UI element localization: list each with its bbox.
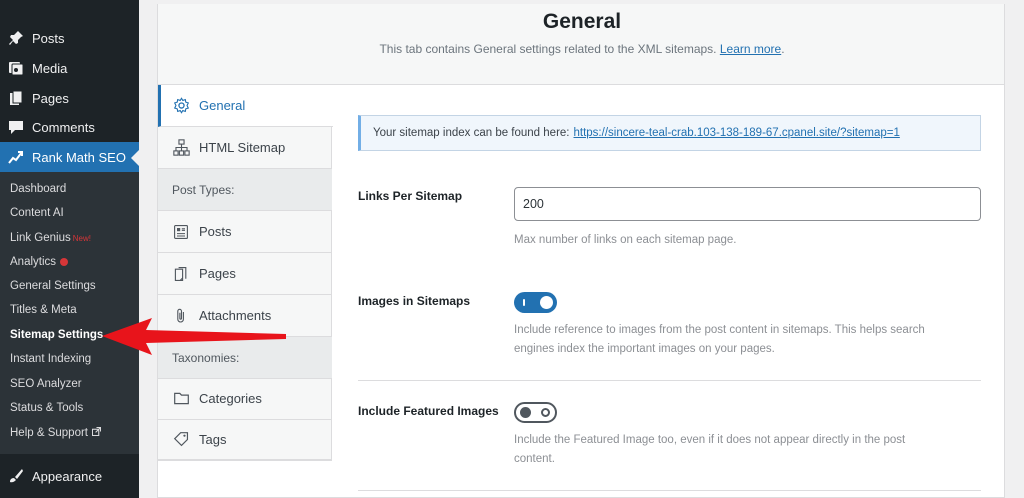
menu-label: Pages bbox=[32, 90, 69, 106]
page-description: This tab contains General settings relat… bbox=[379, 42, 785, 56]
menu-item-comments[interactable]: Comments bbox=[0, 112, 139, 142]
links-per-sitemap-label: Links Per Sitemap bbox=[358, 189, 463, 203]
tab-general[interactable]: General bbox=[158, 85, 333, 127]
submenu-sitemap-settings[interactable]: Sitemap Settings bbox=[10, 325, 103, 345]
submenu-link-genius[interactable]: Link Genius New! bbox=[10, 228, 91, 248]
post-types-heading: Post Types: bbox=[158, 169, 332, 211]
submenu-dashboard[interactable]: Dashboard bbox=[10, 179, 66, 199]
submenu-content-ai[interactable]: Content AI bbox=[10, 203, 64, 223]
annotation-arrow bbox=[102, 318, 286, 355]
include-featured-images-label: Include Featured Images bbox=[358, 404, 499, 418]
folder-icon bbox=[172, 390, 190, 408]
comment-icon bbox=[7, 118, 25, 136]
images-in-sitemaps-label: Images in Sitemaps bbox=[358, 294, 471, 308]
tab-pages[interactable]: Pages bbox=[158, 253, 332, 295]
tab-html-sitemap[interactable]: HTML Sitemap bbox=[158, 127, 332, 169]
new-badge: New! bbox=[72, 234, 91, 243]
tab-posts[interactable]: Posts bbox=[158, 211, 332, 253]
submenu-analytics[interactable]: Analytics bbox=[10, 252, 69, 272]
sitemap-index-notice: Your sitemap index can be found here: ht… bbox=[358, 115, 981, 151]
menu-label: Appearance bbox=[32, 468, 103, 484]
external-link-icon bbox=[91, 423, 102, 443]
include-featured-images-toggle[interactable] bbox=[514, 402, 557, 423]
menu-label: Posts bbox=[32, 30, 65, 46]
admin-sidebar: Posts Media Pages Comments Rank Math SEO… bbox=[0, 0, 139, 498]
sitemap-icon bbox=[172, 139, 190, 157]
submenu-status-tools[interactable]: Status & Tools bbox=[10, 398, 83, 418]
tab-label: HTML Sitemap bbox=[199, 140, 286, 155]
sitemap-index-link[interactable]: https://sincere-teal-crab.103-138-189-67… bbox=[574, 127, 900, 139]
include-featured-images-description: Include the Featured Image too, even if … bbox=[514, 434, 906, 465]
submenu-instant-indexing[interactable]: Instant Indexing bbox=[10, 349, 91, 369]
menu-item-media[interactable]: Media bbox=[0, 53, 139, 83]
media-icon bbox=[7, 59, 25, 77]
submenu-seo-analyzer[interactable]: SEO Analyzer bbox=[10, 374, 82, 394]
tab-categories[interactable]: Categories bbox=[158, 378, 332, 420]
menu-label: Comments bbox=[32, 119, 95, 135]
page-icon bbox=[172, 265, 190, 283]
pages-icon bbox=[7, 89, 25, 107]
brush-icon bbox=[7, 467, 25, 485]
tab-label: Pages bbox=[199, 266, 236, 281]
page-title: General bbox=[542, 10, 622, 33]
settings-tabs: General HTML Sitemap Post Types: Posts P… bbox=[158, 85, 333, 461]
learn-more-link[interactable]: Learn more bbox=[720, 42, 781, 56]
images-in-sitemaps-description: Include reference to images from the pos… bbox=[514, 324, 925, 355]
settings-header: General This tab contains General settin… bbox=[157, 4, 1005, 85]
tab-label: Categories bbox=[199, 391, 262, 406]
submenu-titles-meta[interactable]: Titles & Meta bbox=[10, 300, 77, 320]
submenu-general-settings[interactable]: General Settings bbox=[10, 276, 96, 296]
tab-label: Posts bbox=[199, 224, 232, 239]
settings-panel: General HTML Sitemap Post Types: Posts P… bbox=[157, 85, 1005, 498]
pushpin-icon bbox=[7, 29, 25, 47]
rank-math-icon bbox=[7, 148, 25, 166]
main-content: General This tab contains General settin… bbox=[139, 0, 1024, 498]
menu-item-rank-math-seo[interactable]: Rank Math SEO bbox=[0, 142, 139, 172]
menu-item-pages[interactable]: Pages bbox=[0, 83, 139, 113]
images-in-sitemaps-toggle[interactable] bbox=[514, 292, 557, 313]
tag-icon bbox=[172, 431, 190, 449]
menu-label: Media bbox=[32, 60, 68, 76]
tab-tags[interactable]: Tags bbox=[158, 419, 332, 461]
submenu-help-support[interactable]: Help & Support bbox=[10, 423, 102, 443]
divider bbox=[358, 380, 981, 381]
links-per-sitemap-input[interactable] bbox=[514, 187, 981, 221]
menu-item-appearance[interactable]: Appearance bbox=[0, 461, 139, 491]
gear-icon bbox=[172, 97, 190, 115]
menu-label: Rank Math SEO bbox=[32, 149, 126, 165]
tab-label: General bbox=[199, 98, 246, 113]
post-icon bbox=[172, 223, 190, 241]
divider bbox=[358, 490, 981, 491]
menu-item-posts[interactable]: Posts bbox=[0, 23, 139, 53]
tab-label: Tags bbox=[199, 432, 227, 447]
notification-dot bbox=[60, 257, 69, 266]
links-per-sitemap-description: Max number of links on each sitemap page… bbox=[514, 234, 737, 246]
